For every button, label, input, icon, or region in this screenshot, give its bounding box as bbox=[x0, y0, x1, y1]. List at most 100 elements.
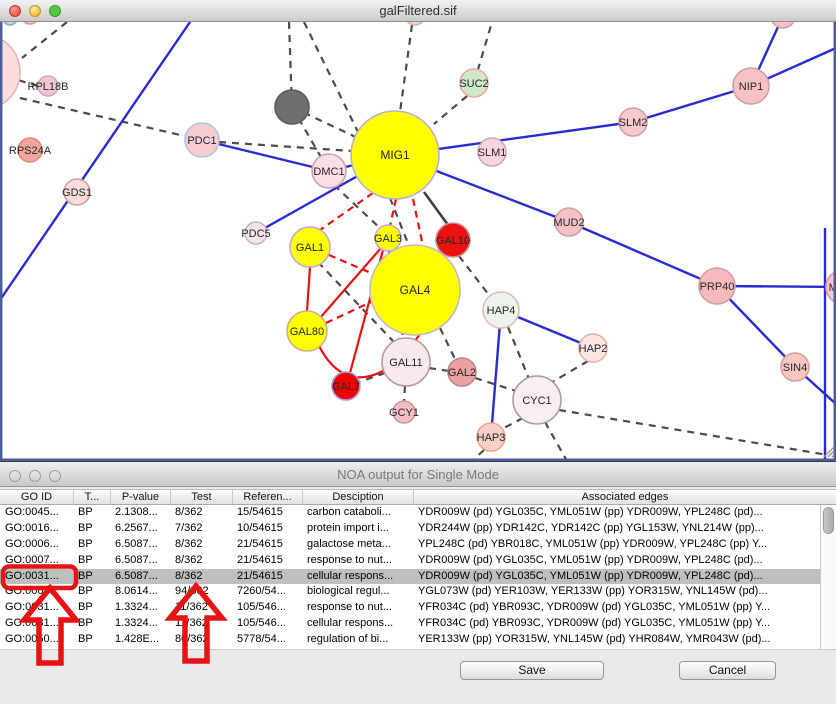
cell: GO:0050... bbox=[0, 632, 73, 648]
column-header-associated-edges[interactable]: Associated edges bbox=[413, 490, 836, 504]
network-edge[interactable] bbox=[545, 422, 567, 461]
table-row[interactable]: GO:0065...BP8.0614...94/3627260/54...bio… bbox=[0, 584, 820, 600]
network-edge[interactable] bbox=[424, 192, 448, 225]
node-big-left[interactable] bbox=[0, 34, 20, 110]
column-header-t-[interactable]: T... bbox=[73, 490, 110, 504]
table-row[interactable]: GO:0031...BP1.3324...11/362105/546...cel… bbox=[0, 616, 820, 632]
table-row[interactable]: GO:0031...BP6.5087...8/36221/54615cellul… bbox=[0, 569, 820, 585]
network-edge[interactable] bbox=[304, 22, 358, 132]
zoom-icon[interactable] bbox=[49, 5, 61, 17]
minimize-icon[interactable] bbox=[29, 470, 41, 482]
cell: YER133W (pp) YOR315W, YNL145W (pd) YHR08… bbox=[413, 632, 820, 648]
cell: YDR009W (pd) YGL035C, YML051W (pp) YDR00… bbox=[413, 569, 820, 585]
network-edge[interactable] bbox=[434, 96, 467, 124]
cell: GO:0016... bbox=[0, 521, 73, 537]
table-row[interactable]: GO:0031...BP1.3324...11/362105/546...res… bbox=[0, 600, 820, 616]
minimize-icon[interactable] bbox=[29, 5, 41, 17]
cell: GO:0031... bbox=[0, 569, 73, 585]
cell: 21/54615 bbox=[232, 553, 302, 569]
cell: 80/362 bbox=[170, 632, 232, 648]
cell: GO:0006... bbox=[0, 537, 73, 553]
cell: 6.5087... bbox=[110, 553, 170, 569]
cell: 7260/54... bbox=[232, 584, 302, 600]
network-edge[interactable] bbox=[440, 328, 456, 361]
network-window: RPL18BRPS24AGDS1PDC1DMC1MIG1SUC2SLM1SLM2… bbox=[0, 0, 836, 461]
cell: BP bbox=[73, 584, 110, 600]
node-label: PRP40 bbox=[700, 281, 735, 293]
cell: carbon cataboli... bbox=[302, 505, 413, 521]
network-edge[interactable] bbox=[569, 222, 717, 286]
column-header-referen-[interactable]: Referen... bbox=[232, 490, 302, 504]
network-edge[interactable] bbox=[307, 267, 310, 311]
node-label: GAL80 bbox=[290, 326, 324, 338]
node-label: GAL2 bbox=[448, 367, 476, 379]
cell: 7/362 bbox=[170, 521, 232, 537]
scrollbar-thumb[interactable] bbox=[823, 507, 834, 534]
noa-output-window: NOA output for Single Mode GO IDT...P-va… bbox=[0, 461, 836, 704]
cell: 21/54615 bbox=[232, 569, 302, 585]
cell: 94/362 bbox=[170, 584, 232, 600]
save-button[interactable]: Save bbox=[460, 661, 604, 680]
cell: BP bbox=[73, 505, 110, 521]
cell: BP bbox=[73, 553, 110, 569]
node-label: DMC1 bbox=[313, 166, 344, 178]
table-row[interactable]: GO:0016...BP6.2567...7/36210/54615protei… bbox=[0, 521, 820, 537]
network-edge[interactable] bbox=[413, 199, 423, 246]
cell: YDR009W (pd) YGL035C, YML051W (pp) YDR00… bbox=[413, 553, 820, 569]
network-edge[interactable] bbox=[20, 98, 202, 140]
cell: BP bbox=[73, 569, 110, 585]
node-label: GAL4 bbox=[400, 283, 431, 297]
cell: biological regul... bbox=[302, 584, 413, 600]
cell: BP bbox=[73, 632, 110, 648]
close-icon[interactable] bbox=[9, 5, 21, 17]
network-edge[interactable] bbox=[429, 368, 449, 371]
column-header-test[interactable]: Test bbox=[170, 490, 232, 504]
cell: GO:0065... bbox=[0, 584, 73, 600]
results-table: GO:0045...BP2.1308...8/36215/54615carbon… bbox=[0, 505, 820, 649]
network-edge[interactable] bbox=[22, 22, 67, 58]
cell: 11/362 bbox=[170, 600, 232, 616]
cell: 6.5087... bbox=[110, 569, 170, 585]
network-edge[interactable] bbox=[320, 193, 373, 230]
network-edge[interactable] bbox=[400, 25, 412, 112]
cell: 105/546... bbox=[232, 616, 302, 632]
close-icon[interactable] bbox=[9, 470, 21, 482]
cell: GO:0031... bbox=[0, 600, 73, 616]
node-dark-node[interactable] bbox=[275, 90, 309, 124]
network-edge[interactable] bbox=[404, 386, 405, 401]
zoom-icon[interactable] bbox=[49, 470, 61, 482]
column-header-p-value[interactable]: P-value bbox=[110, 490, 170, 504]
node-label: GAL1 bbox=[296, 242, 324, 254]
network-edge[interactable] bbox=[500, 418, 523, 430]
table-row[interactable]: GO:0045...BP2.1308...8/36215/54615carbon… bbox=[0, 505, 820, 521]
network-canvas[interactable]: RPL18BRPS24AGDS1PDC1DMC1MIG1SUC2SLM1SLM2… bbox=[0, 0, 836, 461]
cell: YDR244W (pp) YDR142C, YDR142C (pp) YGL15… bbox=[413, 521, 820, 537]
cell: 8/362 bbox=[170, 553, 232, 569]
cell: 105/546... bbox=[232, 600, 302, 616]
network-edge[interactable] bbox=[559, 410, 828, 455]
node-label: SIN4 bbox=[783, 362, 807, 374]
cell: 1.3324... bbox=[110, 600, 170, 616]
network-edge[interactable] bbox=[491, 310, 501, 437]
table-row[interactable]: GO:0006...BP6.5087...8/36221/54615galact… bbox=[0, 537, 820, 553]
cell: GO:0045... bbox=[0, 505, 73, 521]
cancel-button[interactable]: Cancel bbox=[679, 661, 776, 680]
cell: YPL248C (pd) YBR018C, YML051W (pp) YDR00… bbox=[413, 537, 820, 553]
network-edge[interactable] bbox=[202, 140, 329, 171]
table-row[interactable]: GO:0007...BP6.5087...8/36221/54615respon… bbox=[0, 553, 820, 569]
network-edge[interactable] bbox=[549, 361, 588, 384]
cell: galactose meta... bbox=[302, 537, 413, 553]
cell: GO:0031... bbox=[0, 616, 73, 632]
noa-window-titlebar[interactable]: NOA output for Single Mode bbox=[0, 463, 836, 487]
network-window-titlebar[interactable]: galFiltered.sif bbox=[0, 0, 836, 22]
network-edge[interactable] bbox=[329, 255, 371, 273]
window-title: NOA output for Single Mode bbox=[0, 467, 836, 482]
network-edge[interactable] bbox=[508, 327, 529, 379]
window-controls bbox=[9, 470, 61, 482]
table-row[interactable]: GO:0050...BP1.428E...80/3625778/54...reg… bbox=[0, 632, 820, 648]
network-edge[interactable] bbox=[459, 256, 492, 299]
column-header-go-id[interactable]: GO ID bbox=[0, 490, 73, 504]
vertical-scrollbar[interactable] bbox=[820, 505, 836, 649]
column-header-desciption[interactable]: Desciption bbox=[302, 490, 413, 504]
node-label: GCY1 bbox=[389, 407, 419, 419]
